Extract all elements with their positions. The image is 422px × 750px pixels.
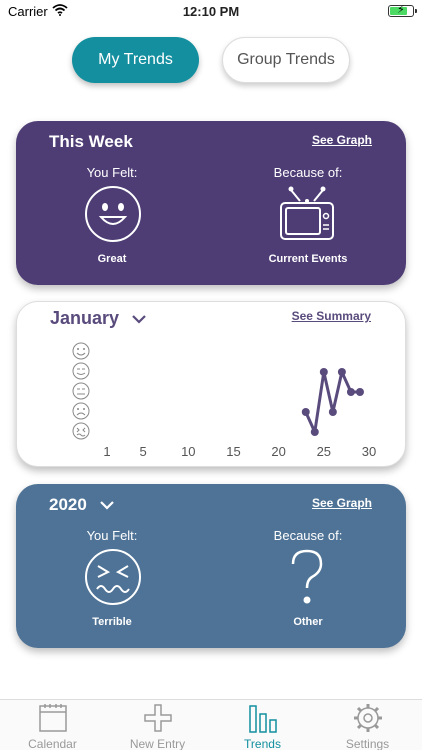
year-felt-label: You Felt: — [86, 528, 138, 543]
bar-chart-icon — [248, 705, 277, 733]
x-tick-label: 20 — [271, 444, 286, 459]
tab-settings-label: Settings — [345, 737, 390, 750]
year-see-graph-link[interactable]: See Graph — [312, 496, 372, 510]
tab-trends[interactable]: Trends — [210, 700, 315, 750]
x-tick-label: 15 — [226, 444, 241, 459]
year-selector[interactable]: 2020 — [49, 495, 114, 515]
data-point — [319, 368, 328, 376]
tab-settings[interactable]: Settings — [315, 700, 420, 750]
my-trends-button[interactable]: My Trends — [72, 37, 199, 83]
question-mark-icon — [291, 549, 323, 604]
year-title: 2020 — [49, 495, 87, 514]
week-reason-label: Current Events — [268, 253, 348, 265]
series-line — [304, 370, 360, 434]
crying-face-icon — [85, 549, 141, 605]
gear-icon — [353, 704, 382, 732]
charging-icon: ⚡ — [397, 4, 405, 16]
x-tick-label: 25 — [316, 444, 332, 459]
week-felt-label: You Felt: — [86, 165, 138, 180]
week-card: This Week See Graph You Felt: Because of… — [16, 121, 406, 285]
x-tick-label: 10 — [181, 444, 196, 459]
calendar-icon — [38, 704, 67, 732]
month-card: January See Summary 1 5 10 15 20 25 30 — [16, 301, 406, 467]
mood-line-chart — [301, 368, 364, 436]
data-point — [346, 388, 355, 396]
year-reason-label: Other — [293, 616, 323, 628]
status-bar: Carrier 12:10 PM ⚡ — [0, 0, 422, 24]
x-tick-label: 5 — [139, 444, 147, 459]
year-card: 2020 See Graph You Felt: Because of: Ter… — [16, 484, 406, 648]
year-because-label: Because of: — [273, 528, 343, 543]
week-see-graph-link[interactable]: See Graph — [312, 133, 372, 147]
tab-new-entry[interactable]: New Entry — [105, 700, 210, 750]
tab-bar: Calendar New Entry Trends Settings — [0, 699, 422, 750]
week-title: This Week — [49, 132, 133, 151]
data-point — [301, 408, 310, 416]
plus-icon — [143, 704, 172, 732]
tab-calendar[interactable]: Calendar — [0, 700, 105, 750]
year-feeling-label: Terrible — [92, 616, 132, 628]
tab-new-entry-label: New Entry — [129, 737, 186, 750]
x-tick-label: 30 — [361, 444, 377, 459]
tab-trends-label: Trends — [244, 737, 281, 750]
tab-calendar-label: Calendar — [28, 737, 77, 750]
x-tick-label: 1 — [103, 444, 111, 459]
battery-icon: ⚡ — [388, 4, 417, 17]
week-because-label: Because of: — [273, 165, 343, 180]
data-point — [355, 388, 364, 396]
tv-icon — [280, 186, 334, 240]
chevron-down-icon — [99, 501, 114, 510]
week-feeling-label: Great — [97, 253, 127, 265]
clock: 12:10 PM — [182, 4, 240, 19]
data-point — [337, 368, 346, 376]
data-point — [328, 408, 337, 416]
data-point — [310, 428, 319, 436]
happy-face-icon — [85, 186, 141, 242]
group-trends-button[interactable]: Group Trends — [222, 37, 350, 83]
